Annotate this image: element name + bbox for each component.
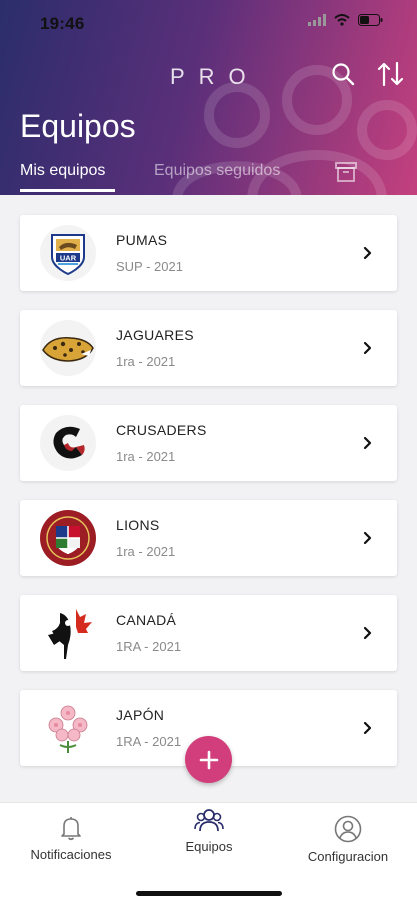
team-division: 1ra - 2021	[116, 449, 176, 464]
chevron-right-icon	[363, 436, 372, 450]
team-card-lions[interactable]: LIONS 1ra - 2021	[20, 500, 397, 576]
jaguar-logo	[40, 320, 96, 376]
bell-icon	[61, 817, 81, 841]
tab-bar: Mis equipos Equipos seguidos	[0, 160, 417, 195]
cellular-signal-icon	[308, 14, 326, 26]
user-icon	[334, 815, 362, 843]
team-card-pumas[interactable]: UAR PUMAS SUP - 2021	[20, 215, 397, 291]
team-division: 1RA - 2021	[116, 639, 182, 654]
team-division: 1ra - 2021	[116, 544, 176, 559]
lions-crest-logo	[40, 510, 96, 566]
sort-button[interactable]	[375, 58, 407, 90]
status-icons	[308, 14, 383, 26]
nav-configuracion[interactable]: Configuracion	[303, 815, 393, 864]
tab-label: Equipos seguidos	[154, 162, 281, 179]
team-division: 1RA - 2021	[116, 734, 182, 749]
nav-label: Notificaciones	[30, 847, 112, 862]
chevron-right-icon	[363, 531, 372, 545]
tab-label: Mis equipos	[20, 162, 106, 179]
svg-text:UAR: UAR	[60, 254, 77, 263]
chevron-right-icon	[363, 341, 372, 355]
status-time: 19:46	[40, 14, 85, 33]
chevron-right-icon	[363, 246, 372, 260]
team-name: JAGUARES	[116, 327, 194, 343]
japan-cherry-blossom-logo	[40, 700, 96, 756]
team-card-crusaders[interactable]: CRUSADERS 1ra - 2021	[20, 405, 397, 481]
add-team-button[interactable]	[185, 736, 232, 783]
tab-equipos-seguidos[interactable]: Equipos seguidos	[154, 162, 280, 180]
team-name: CRUSADERS	[116, 422, 207, 438]
plus-icon	[199, 750, 218, 769]
team-card-canada[interactable]: CANADÁ 1RA - 2021	[20, 595, 397, 671]
team-division: SUP - 2021	[116, 259, 183, 274]
team-division: 1ra - 2021	[116, 354, 176, 369]
archive-button[interactable]	[334, 160, 358, 189]
team-card-jaguares[interactable]: JAGUARES 1ra - 2021	[20, 310, 397, 386]
chevron-right-icon	[363, 721, 372, 735]
tab-mis-equipos[interactable]: Mis equipos	[20, 162, 115, 192]
header: 19:46 PRO Equipos Mis equipos Equipos se…	[0, 0, 417, 195]
search-button[interactable]	[327, 58, 359, 90]
sort-icon	[377, 61, 404, 87]
crusaders-logo	[40, 415, 96, 471]
tab-active-indicator	[20, 189, 115, 192]
status-bar: 19:46	[0, 0, 417, 44]
home-indicator	[136, 891, 282, 896]
team-name: CANADÁ	[116, 612, 177, 628]
team-icon	[194, 809, 224, 832]
nav-equipos[interactable]: Equipos	[171, 807, 247, 854]
search-icon	[332, 63, 355, 86]
page-title: Equipos	[20, 108, 136, 144]
chevron-right-icon	[363, 626, 372, 640]
nav-notificaciones[interactable]: Notificaciones	[26, 815, 116, 862]
team-name: PUMAS	[116, 232, 168, 248]
nav-label: Configuracion	[307, 849, 389, 864]
team-name: JAPÓN	[116, 707, 165, 723]
uar-shield-logo: UAR	[40, 225, 96, 281]
battery-icon	[358, 14, 383, 26]
team-name: LIONS	[116, 517, 160, 533]
nav-label: Equipos	[185, 839, 233, 854]
wifi-icon	[334, 14, 350, 26]
brand-pro: PRO	[170, 64, 260, 89]
archive-icon	[335, 162, 357, 182]
bottom-nav: Notificaciones Equipos Configuracion	[0, 802, 417, 901]
canada-maple-logo	[40, 605, 96, 661]
